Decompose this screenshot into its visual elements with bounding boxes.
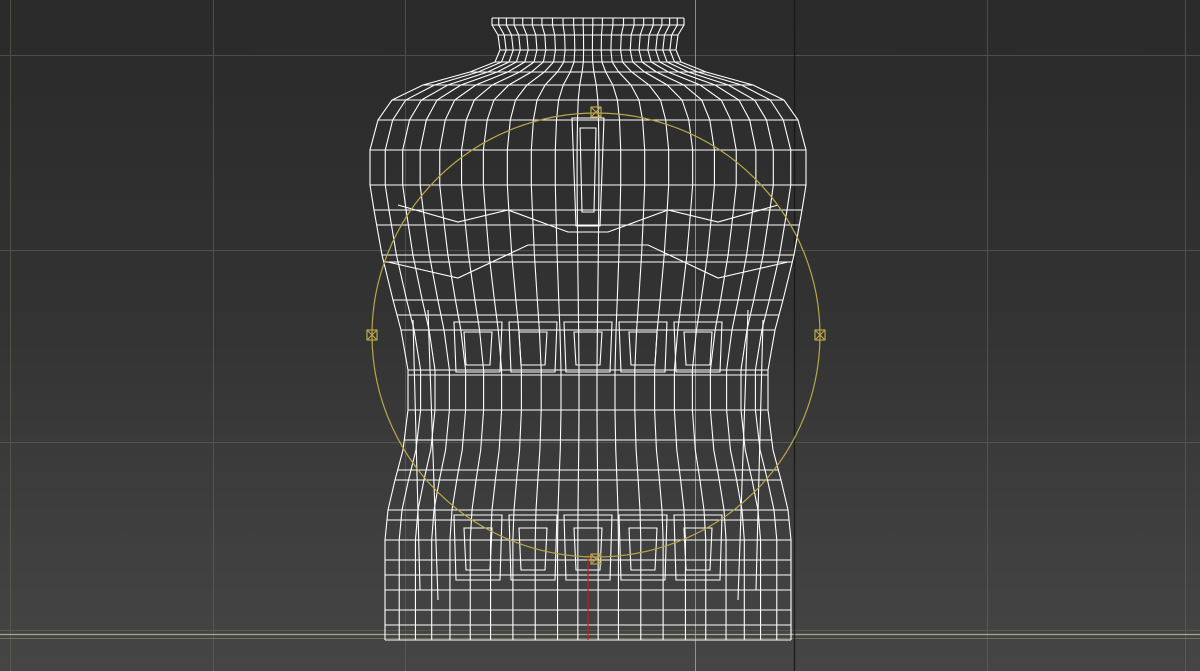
viewport-3d[interactable] [0,0,1200,671]
mesh-vertical-edge [461,18,538,640]
mesh-vertical-edge [384,18,507,640]
gizmo-handle-bottom[interactable] [590,553,602,565]
mesh-rib-recess-inner [628,527,658,571]
mesh-vertical-edge [482,18,547,640]
mesh-vertical-edge [439,18,529,640]
mesh-vertical-edge [620,18,670,640]
mesh-rib-recess-inner [463,331,493,366]
mesh-rib-recess-inner [628,331,658,366]
mesh-chest-edge [397,204,779,233]
mesh-vertical-edge [576,18,585,640]
mesh-vertical-edge [669,18,792,640]
mesh-vertical-edge [647,18,737,640]
gizmo-handle-top[interactable] [590,106,602,118]
mesh-chest-recess-inner [579,127,597,213]
bottle-wireframe-mesh[interactable] [369,17,807,641]
mesh-rib-recess-inner [518,527,548,571]
mesh-rib-recess-inner [463,527,493,571]
mesh-vertical-edge [629,18,694,640]
gizmo-circle[interactable] [371,112,821,558]
mesh-rib-recess-inner [683,331,713,366]
mesh-vertical-edge [638,18,715,640]
viewport-scene[interactable] [0,0,1200,671]
mesh-vertical-edge [506,18,556,640]
mesh-rib-recess-inner [518,331,548,366]
mesh-rib-recess-inner [683,527,713,571]
mesh-vertical-edge [369,18,501,640]
